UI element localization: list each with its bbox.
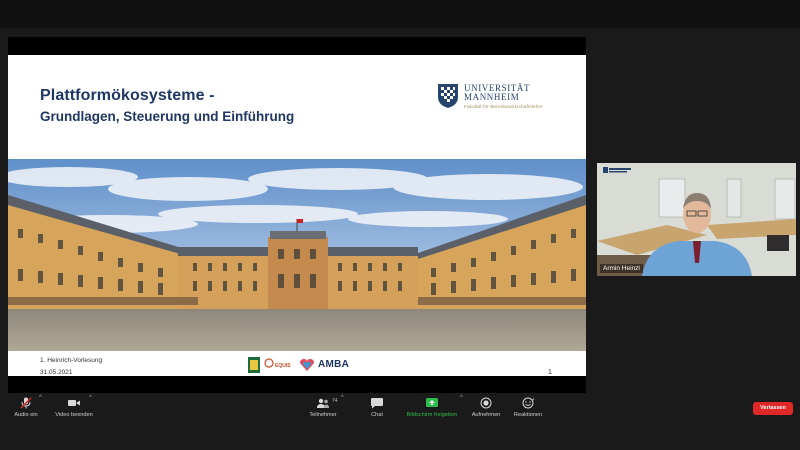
share-screen-button-label: Bildschirm freigeben [406,412,458,418]
audio-button-label: Audio ein [14,412,38,418]
equis-label: EQUIS [275,363,291,369]
participants-count: 74 [332,398,338,404]
record-button-label: Aufnehmen [471,412,501,418]
participant-name-label: Armin Heinzl [600,264,643,273]
slide-footer-event: 1. Heinrich-Vorlesung [40,357,103,364]
top-bar [0,0,800,28]
accreditation-logos: EQUIS AMBA [248,356,358,374]
share-options-chevron-icon[interactable]: ^ [460,395,463,401]
meeting-window: Plattformökosysteme - Grundlagen, Steuer… [0,0,800,450]
participant-video-frame [597,163,796,276]
chat-bubble-icon [371,398,383,409]
share-screen-icon [426,398,438,407]
slide-title: Plattformökosysteme - [40,87,215,104]
record-icon [480,397,492,409]
record-button[interactable]: Aufnehmen [468,393,504,422]
chat-button-label: Chat [371,412,383,418]
participant-video-tile[interactable]: Armin Heinzl [597,163,796,276]
video-camera-icon [68,400,80,406]
smiley-icon: + [522,397,535,409]
svg-text:+: + [532,397,535,402]
participants-options-chevron-icon[interactable]: ^ [341,395,344,401]
aacsb-logo-icon [248,357,260,373]
share-screen-button[interactable]: Bildschirm freigeben [400,393,464,422]
meeting-toolbar: Audio ein ^ Video beenden ^ 74 Teilnehme… [0,393,800,422]
university-logo: UNIVERSITÄT MANNHEIM Fakultät für Betrie… [436,81,556,115]
chat-button[interactable]: Chat [362,393,392,422]
microphone-muted-icon [20,397,32,409]
logo-text-line2: MANNHEIM [464,92,520,102]
university-crest-icon [438,84,458,108]
reactions-button[interactable]: + Reaktionen [510,393,546,422]
amba-label: AMBA [318,359,350,370]
logo-subtitle: Fakultät für Betriebswirtschaftslehre [464,104,543,109]
equis-logo-icon [264,358,274,368]
slide-page-number: 1 [548,369,552,376]
palace-photo [8,159,586,351]
audio-options-chevron-icon[interactable]: ^ [39,395,42,401]
video-button-label: Video beenden [55,412,93,418]
leave-meeting-button[interactable]: Verlassen [753,402,793,415]
amba-logo-icon [300,359,314,371]
slide-subtitle: Grundlagen, Steuerung und Einführung [40,109,295,124]
presentation-slide: Plattformökosysteme - Grundlagen, Steuer… [8,55,586,376]
shared-screen: Plattformökosysteme - Grundlagen, Steuer… [8,37,586,394]
participants-icon [317,398,329,408]
reactions-button-label: Reaktionen [513,412,543,418]
participants-button[interactable]: 74 Teilnehmer [300,393,346,422]
video-options-chevron-icon[interactable]: ^ [89,395,92,401]
participants-button-label: Teilnehmer [309,412,337,418]
slide-footer-date: 31.05.2021 [40,369,73,376]
